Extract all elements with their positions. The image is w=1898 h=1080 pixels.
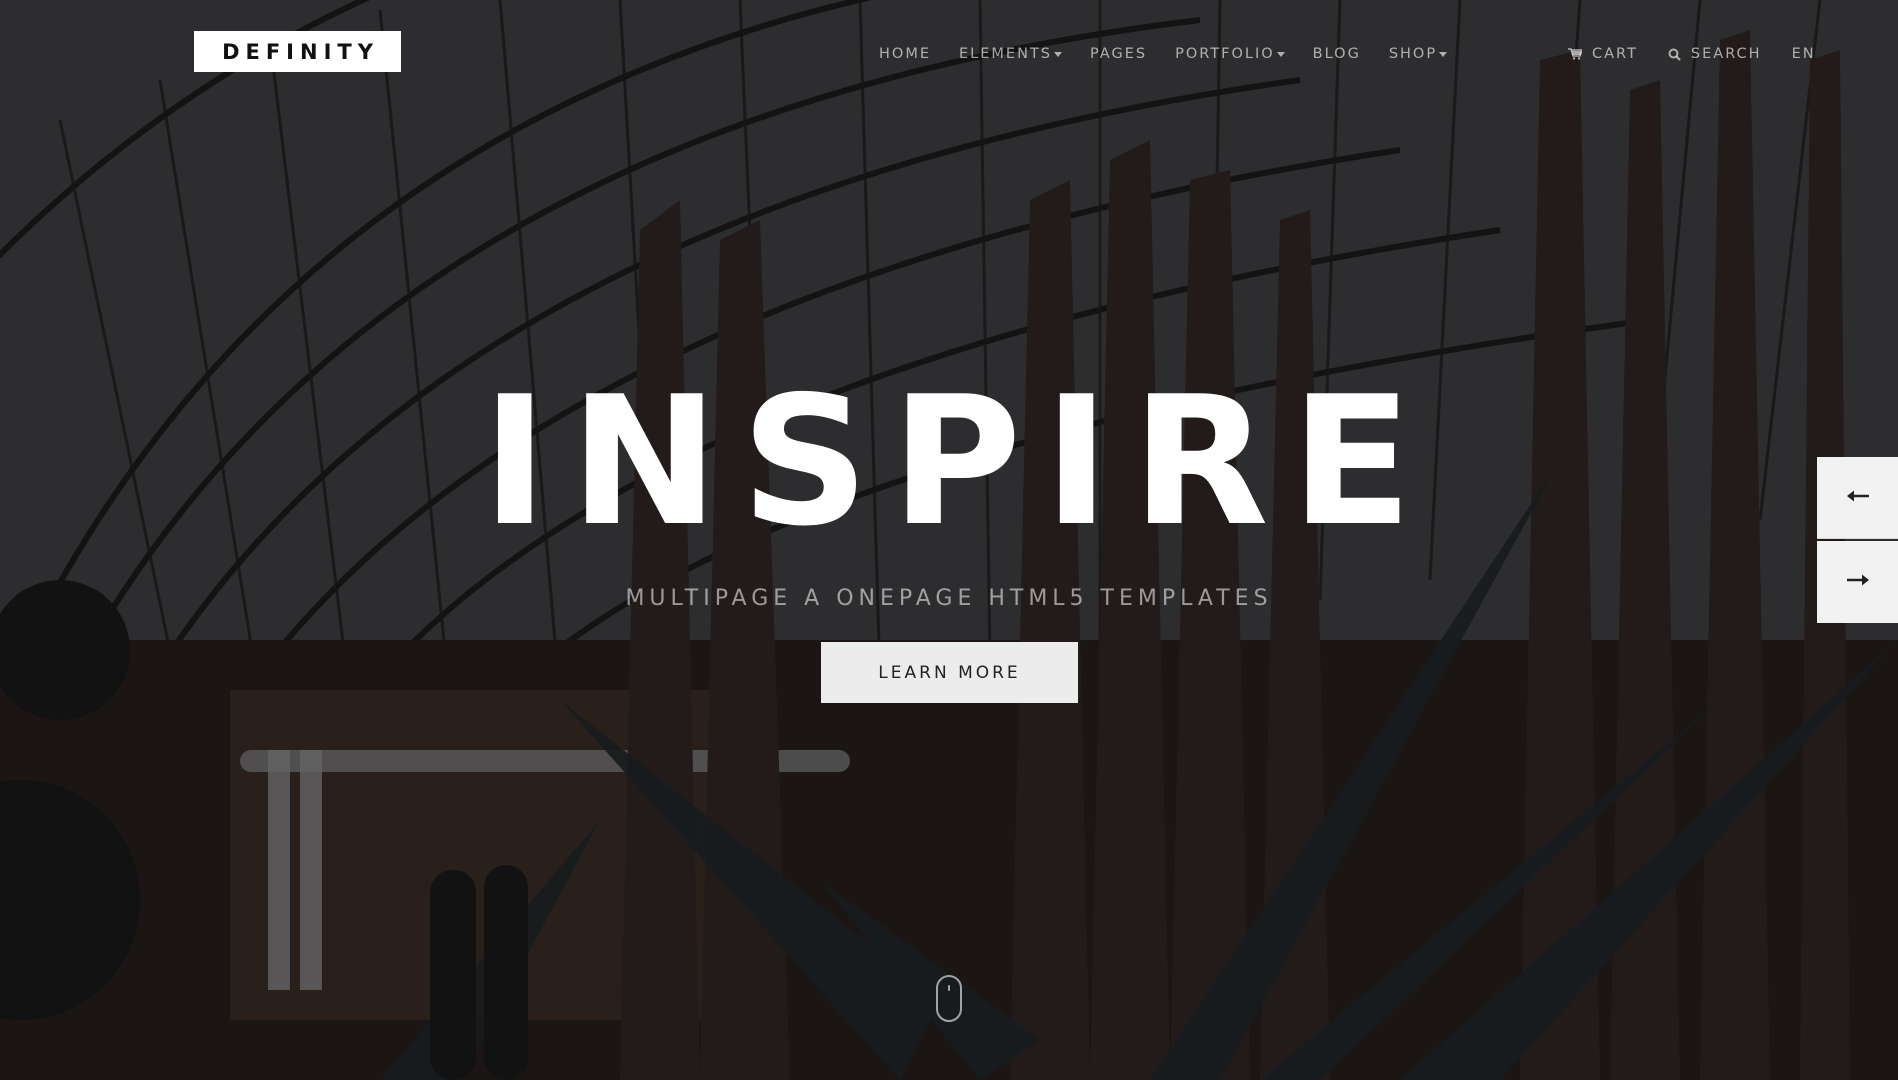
hero-subtitle: MULTIPAGE A ONEPAGE HTML5 TEMPLATES bbox=[625, 586, 1273, 611]
slider-next-button[interactable] bbox=[1817, 541, 1898, 623]
arrow-right-icon bbox=[1846, 573, 1869, 591]
nav-home-label: HOME bbox=[879, 46, 931, 62]
nav-portfolio[interactable]: PORTFOLIO bbox=[1175, 44, 1285, 64]
learn-more-button[interactable]: LEARN MORE bbox=[821, 642, 1078, 703]
main-nav: HOME ELEMENTS PAGES PORTFOLIO BLOG SHOP bbox=[879, 44, 1475, 64]
nav-pages[interactable]: PAGES bbox=[1090, 44, 1147, 64]
nav-elements[interactable]: ELEMENTS bbox=[959, 44, 1062, 64]
nav-home[interactable]: HOME bbox=[879, 44, 931, 64]
slider-prev-button[interactable] bbox=[1817, 457, 1898, 539]
caret-down-icon bbox=[1439, 51, 1448, 57]
search-icon bbox=[1668, 48, 1681, 61]
caret-down-icon bbox=[1053, 51, 1062, 57]
nav-pages-label: PAGES bbox=[1089, 46, 1148, 62]
hero-title: INSPIRE bbox=[481, 358, 1435, 565]
cart-label: CART bbox=[1592, 46, 1638, 62]
language-switcher[interactable]: EN bbox=[1792, 44, 1816, 64]
site-logo[interactable]: DEFINITY bbox=[194, 31, 401, 72]
cart-icon bbox=[1568, 48, 1582, 60]
search-label: SEARCH bbox=[1690, 46, 1762, 62]
header-utilities: CART SEARCH EN bbox=[1568, 44, 1846, 64]
nav-elements-label: ELEMENTS bbox=[959, 46, 1052, 62]
nav-portfolio-label: PORTFOLIO bbox=[1175, 46, 1275, 62]
cart-link[interactable]: CART bbox=[1568, 44, 1638, 64]
arrow-left-icon bbox=[1846, 489, 1869, 507]
nav-shop-label: SHOP bbox=[1388, 46, 1438, 62]
nav-shop[interactable]: SHOP bbox=[1388, 44, 1448, 64]
mouse-scroll-icon[interactable] bbox=[936, 975, 962, 1022]
nav-blog-label: BLOG bbox=[1312, 46, 1361, 62]
language-label: EN bbox=[1791, 46, 1816, 62]
nav-blog[interactable]: BLOG bbox=[1313, 44, 1361, 64]
search-link[interactable]: SEARCH bbox=[1668, 44, 1762, 64]
caret-down-icon bbox=[1276, 51, 1285, 57]
